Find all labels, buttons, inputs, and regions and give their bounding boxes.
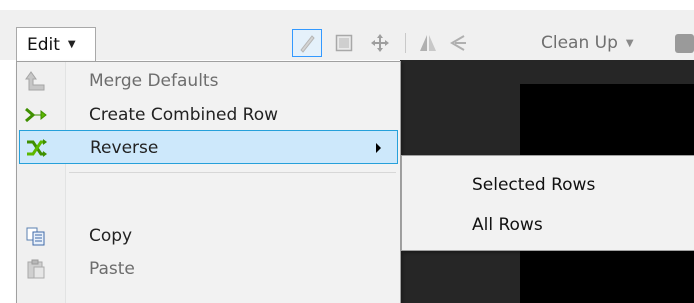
submenu-item-label: Selected Rows: [472, 175, 596, 195]
create-combined-row-icon: [25, 105, 47, 125]
edit-menu-button[interactable]: Edit ▼: [16, 27, 96, 61]
pencil-tool-button[interactable]: [292, 29, 322, 57]
paste-icon: [25, 259, 47, 279]
arrow-icon: [450, 35, 466, 51]
menu-item-copy[interactable]: Copy: [19, 219, 398, 253]
reverse-icon: [26, 138, 48, 158]
edit-menu-label: Edit: [27, 34, 60, 55]
submenu-arrow-icon: [376, 143, 381, 153]
reverse-submenu: Selected Rows All Rows: [401, 155, 694, 251]
clean-up-label: Clean Up: [541, 33, 618, 53]
merge-defaults-icon: [25, 71, 47, 91]
pencil-icon: [300, 35, 315, 53]
toolbar-separator: [405, 33, 406, 53]
select-tool-button[interactable]: [330, 29, 358, 57]
flip-icon: [420, 35, 436, 51]
move-icon: [371, 34, 389, 52]
submenu-item-label: All Rows: [472, 215, 543, 235]
menu-separator: [69, 172, 396, 173]
menu-item-paste[interactable]: Paste: [19, 252, 398, 286]
submenu-item-selected-rows[interactable]: Selected Rows: [472, 168, 595, 202]
chevron-down-icon: ▼: [625, 37, 634, 49]
edit-dropdown-menu: Merge Defaults Create Combined Row Rever…: [16, 61, 401, 303]
move-tool-button[interactable]: [366, 29, 394, 57]
menu-item-label: Merge Defaults: [89, 71, 219, 91]
flip-tool-button[interactable]: [414, 29, 442, 57]
copy-icon: [25, 226, 47, 246]
menu-item-merge-defaults[interactable]: Merge Defaults: [19, 64, 398, 98]
toolbar: Edit ▼ Clean Up ▼: [0, 0, 694, 61]
toolbar-top-strip: [0, 0, 694, 10]
arrow-tool-button[interactable]: [444, 29, 472, 57]
menu-item-label: Create Combined Row: [89, 105, 279, 125]
menu-item-create-combined-row[interactable]: Create Combined Row: [19, 98, 398, 132]
menu-item-label: Reverse: [90, 138, 159, 158]
checkbox-icon[interactable]: [675, 34, 694, 53]
select-rectangle-icon: [335, 34, 353, 52]
menu-item-reverse[interactable]: Reverse: [19, 130, 398, 164]
menu-item-label: Copy: [89, 226, 133, 246]
submenu-item-all-rows[interactable]: All Rows: [472, 208, 543, 242]
clean-up-button[interactable]: Clean Up ▼: [541, 29, 634, 57]
menu-item-label: Paste: [89, 259, 135, 279]
chevron-down-icon: ▼: [67, 39, 76, 50]
